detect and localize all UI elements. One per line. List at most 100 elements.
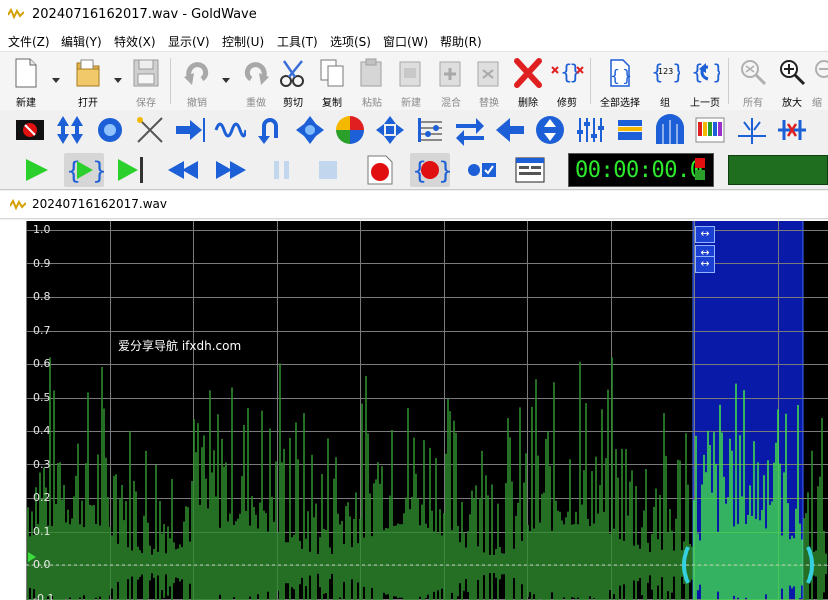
left-arrow-effect-icon[interactable]: [494, 114, 526, 146]
new-file-icon: [15, 58, 37, 88]
fast-forward-button[interactable]: [212, 153, 252, 187]
mix-icon: [439, 61, 461, 87]
new-button[interactable]: 新建: [6, 54, 46, 109]
prev-page-icon: { }: [691, 60, 720, 84]
menu-bar: 文件(Z) 编辑(Y) 特效(X) 显示(V) 控制(U) 工具(T) 选项(S…: [0, 30, 828, 52]
y-axis-label: 0.1: [33, 524, 51, 538]
menu-edit[interactable]: 编辑(Y): [61, 33, 102, 50]
spectrum-filter-effect-icon[interactable]: [614, 114, 646, 146]
menu-control[interactable]: 控制(U): [222, 33, 264, 50]
select-all-button[interactable]: { } 全部选择: [600, 54, 640, 109]
rewind-icon: [168, 161, 198, 179]
control-window-button[interactable]: [510, 153, 550, 187]
undo-dropdown-icon[interactable]: [222, 78, 230, 83]
monitor-button[interactable]: [462, 153, 502, 187]
monitor-icon: [468, 163, 496, 177]
wave-effect-icon[interactable]: [214, 114, 246, 146]
compress-effect-icon[interactable]: [294, 114, 326, 146]
color-spectrum-effect-icon[interactable]: [694, 114, 726, 146]
rewind-button[interactable]: [164, 153, 204, 187]
menu-file[interactable]: 文件(Z): [8, 33, 50, 50]
goldwave-app-icon: [8, 8, 24, 20]
delete-x-icon: [514, 58, 542, 88]
more-effects-icon[interactable]: [814, 114, 828, 146]
menu-tools[interactable]: 工具(T): [277, 33, 318, 50]
waveform-graph[interactable]: [26, 221, 828, 600]
y-axis-label: 0.8: [33, 290, 51, 303]
play-button[interactable]: [16, 153, 56, 187]
menu-view[interactable]: 显示(V): [168, 33, 210, 50]
scissors-icon: [280, 60, 304, 87]
invert-effect-icon[interactable]: [534, 114, 566, 146]
zoom-in-button[interactable]: 放大: [772, 54, 812, 109]
svg-text:{: {: [610, 66, 620, 85]
y-axis-label: 0.5: [33, 390, 51, 404]
undo-button[interactable]: 撤销: [177, 54, 217, 109]
document-title: 20240716162017.wav: [32, 197, 167, 211]
music-notes-effect-icon[interactable]: [414, 114, 446, 146]
spark-effect-icon[interactable]: [736, 114, 768, 146]
equalizer-pie-effect-icon[interactable]: [334, 114, 366, 146]
replace-icon: [477, 61, 499, 87]
svg-text:}: }: [622, 66, 632, 85]
waveform-panel[interactable]: [26, 221, 828, 600]
svg-text:123: 123: [658, 67, 673, 76]
menu-effects[interactable]: 特效(X): [114, 33, 156, 50]
y-axis-label: 0.4: [33, 424, 51, 437]
svg-text:}: }: [569, 60, 582, 84]
stop-icon: [319, 161, 337, 179]
y-axis-label: 0.3: [33, 457, 51, 471]
y-axis-label: -0.1: [33, 591, 55, 600]
stop-sign-effect-icon[interactable]: [14, 114, 46, 146]
expand-vertical-effect-icon[interactable]: [54, 114, 86, 146]
record-selection-icon: { }: [412, 157, 453, 185]
stop-button[interactable]: [308, 153, 348, 187]
menu-options[interactable]: 选项(S): [330, 33, 371, 50]
redo-icon: [244, 62, 269, 85]
y-axis-label: 0.6: [33, 357, 51, 370]
record-new-button[interactable]: [360, 153, 400, 187]
save-disk-icon: [133, 59, 159, 87]
paste-icon: [360, 58, 382, 87]
record-selection-button[interactable]: { }: [410, 153, 453, 187]
menu-help[interactable]: 帮助(R): [440, 33, 482, 50]
new-dropdown-icon[interactable]: [52, 78, 60, 83]
open-dropdown-icon[interactable]: [114, 78, 122, 83]
mixer-sliders-effect-icon[interactable]: [574, 114, 606, 146]
trim-button[interactable]: { } 修剪: [547, 54, 587, 109]
save-button[interactable]: 保存: [126, 54, 166, 109]
level-meter: [728, 155, 828, 185]
selection-start-handle[interactable]: ↔: [695, 226, 715, 243]
pause-icon: [274, 161, 289, 179]
play-selection-button[interactable]: { }: [64, 153, 107, 187]
trim-icon: { }: [551, 60, 584, 84]
new-label: 新建: [16, 98, 36, 109]
time-display: 00:00:00.0: [568, 153, 714, 187]
insert-arrow-effect-icon[interactable]: [174, 114, 206, 146]
playback-start-marker[interactable]: [28, 552, 36, 562]
prev-page-button[interactable]: { } 上一页: [685, 54, 725, 109]
zoom-out-button[interactable]: 缩: [812, 54, 828, 108]
document-tab[interactable]: 20240716162017.wav: [0, 191, 828, 219]
selection-end-handle[interactable]: ↔: [695, 256, 715, 273]
copy-icon: [320, 59, 344, 87]
undo-label: 撤销: [187, 98, 207, 109]
menu-window[interactable]: 窗口(W): [383, 33, 428, 50]
noise-gate-effect-icon[interactable]: [654, 114, 686, 146]
swap-channels-effect-icon[interactable]: [454, 114, 486, 146]
pause-button[interactable]: [262, 153, 302, 187]
waveform-area[interactable]: [0, 220, 828, 600]
stretch-effect-icon[interactable]: [374, 114, 406, 146]
sphere-effect-icon[interactable]: [94, 114, 126, 146]
reverse-effect-icon[interactable]: [254, 114, 286, 146]
zoom-out-icon: [815, 60, 828, 78]
play-to-end-button[interactable]: [110, 153, 150, 187]
control-window-icon: [515, 157, 545, 183]
open-button[interactable]: 打开: [68, 54, 108, 109]
play-to-end-icon: [118, 157, 143, 183]
record-new-icon: [367, 155, 393, 185]
y-axis-label: 0.9: [33, 256, 51, 270]
remove-silence-effect-icon[interactable]: [776, 114, 808, 146]
crossfade-effect-icon[interactable]: [134, 114, 166, 146]
magnifier-all-icon: [741, 60, 767, 86]
